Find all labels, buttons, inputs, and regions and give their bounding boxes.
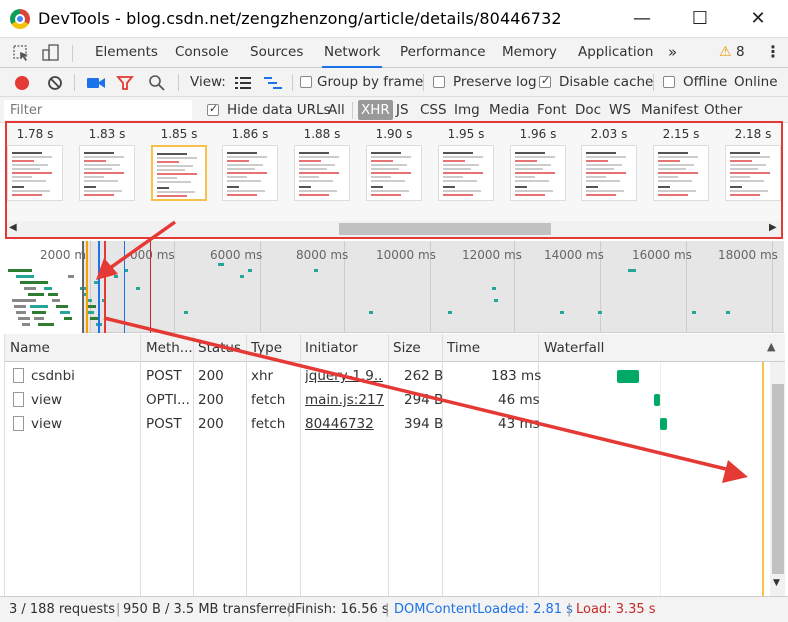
annotation-arrow-to-waterfall (103, 316, 748, 483)
annotation-arrow-to-overview (96, 220, 177, 280)
annotation-overlay (96, 220, 748, 483)
